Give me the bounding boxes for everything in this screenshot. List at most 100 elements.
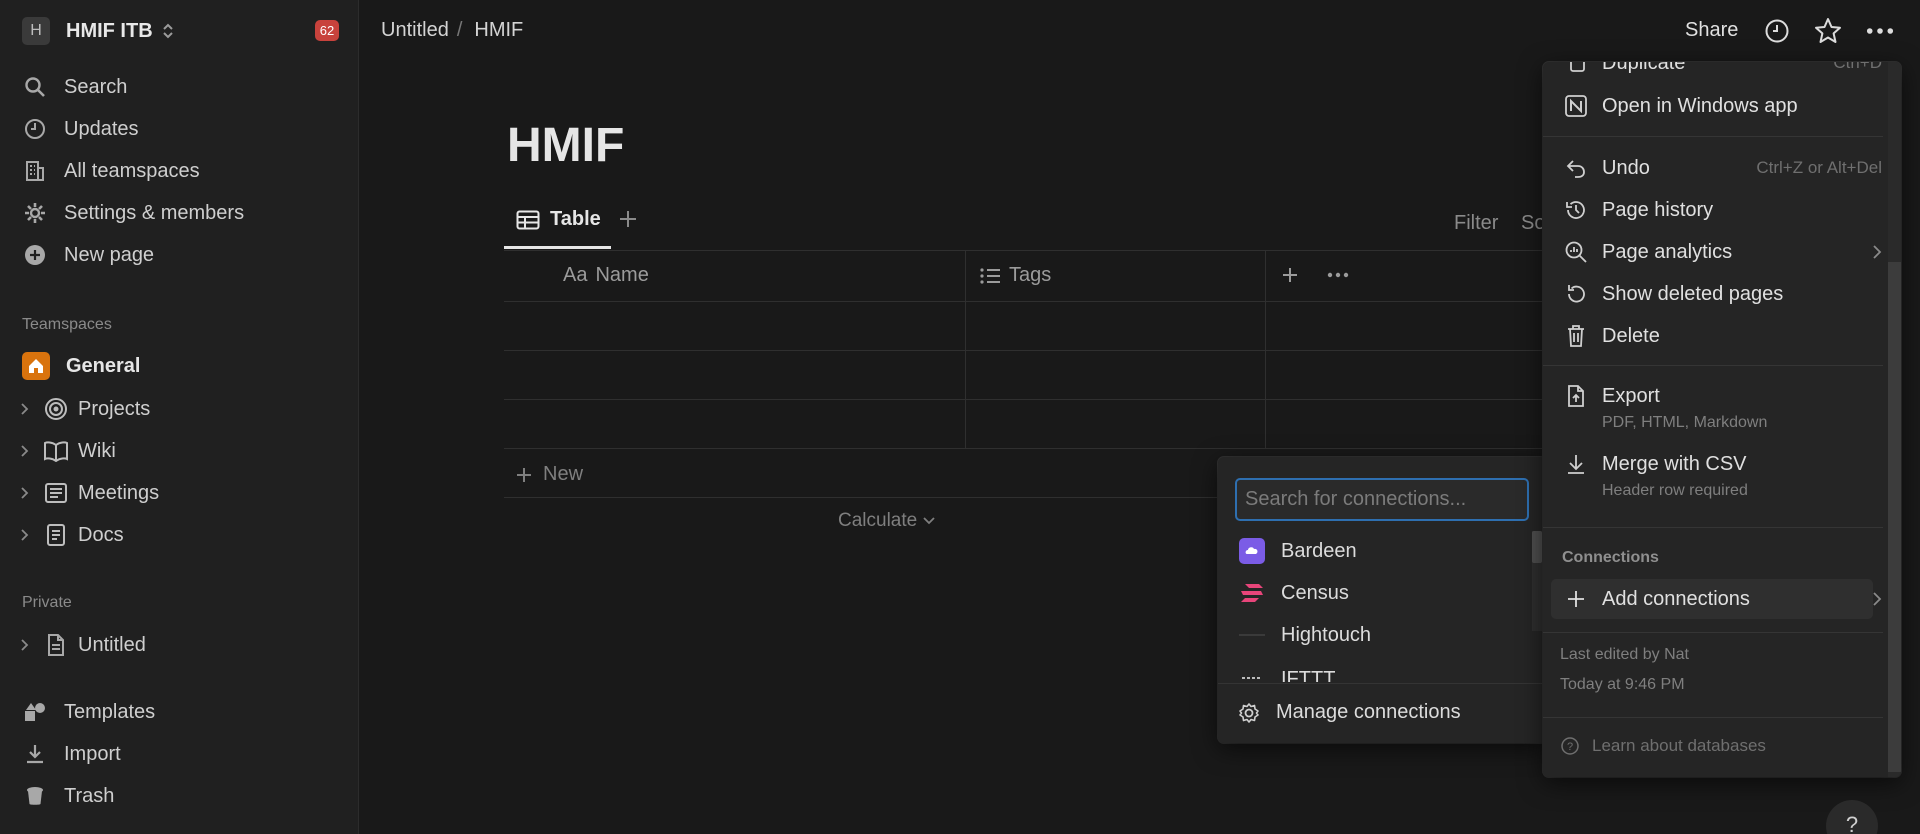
page-title[interactable]: HMIF [507, 118, 624, 173]
sidebar-item-templates[interactable]: Templates [22, 697, 155, 727]
chevron-right-icon[interactable] [20, 486, 36, 500]
filter-button[interactable]: Filter [1454, 212, 1498, 235]
sidebar-item-label: Import [64, 742, 121, 765]
connection-item-hightouch[interactable]: Hightouch [1239, 620, 1371, 650]
menu-item-export[interactable]: Export [1562, 381, 1882, 411]
learn-about-databases-link[interactable]: ? Learn about databases [1560, 736, 1766, 756]
menu-item-label: Merge with CSV [1602, 452, 1747, 475]
menu-item-delete[interactable]: Delete [1562, 321, 1882, 351]
help-button[interactable]: ? [1826, 800, 1878, 834]
sidebar-item-label: Projects [78, 397, 151, 420]
download-icon [22, 741, 48, 767]
sidebar-item-import[interactable]: Import [22, 739, 121, 769]
sidebar-item-meetings[interactable]: Meetings [20, 478, 159, 508]
sidebar-item-new-page[interactable]: New page [22, 240, 154, 270]
gear-icon [1238, 702, 1260, 724]
sidebar-item-settings[interactable]: Settings & members [22, 198, 244, 228]
connection-item-census[interactable]: Census [1239, 578, 1349, 608]
table-icon [516, 210, 540, 230]
restore-icon [1562, 283, 1590, 305]
workspace-avatar: H [22, 17, 50, 45]
chevron-right-icon[interactable] [20, 402, 36, 416]
menu-item-shortcut: Ctrl+D [1833, 62, 1882, 72]
breadcrumb-item-hmif[interactable]: HMIF [474, 19, 523, 42]
chevron-right-icon[interactable] [20, 444, 36, 458]
sidebar-item-projects[interactable]: Projects [20, 394, 150, 424]
notes-icon [42, 479, 70, 507]
add-view-icon[interactable] [617, 208, 639, 230]
tab-label: Table [550, 208, 601, 230]
undo-icon [1562, 157, 1590, 179]
connection-item-ifttt[interactable]: IFTTT [1239, 662, 1335, 682]
plus-icon [515, 466, 533, 484]
menu-item-duplicate[interactable]: Duplicate Ctrl+D [1562, 62, 1882, 78]
sidebar-item-label: Settings & members [64, 201, 245, 224]
manage-connections-button[interactable]: Manage connections [1238, 701, 1461, 724]
table-row[interactable] [504, 351, 1544, 399]
menu-item-add-connections[interactable]: Add connections [1562, 584, 1882, 614]
share-button[interactable]: Share [1685, 19, 1738, 42]
add-property-icon[interactable] [1280, 265, 1300, 285]
chevron-right-icon[interactable] [20, 638, 36, 652]
column-more-icon[interactable] [1327, 272, 1349, 278]
column-header-name[interactable]: Aa Name [563, 264, 649, 287]
shapes-icon [22, 699, 48, 725]
book-icon [42, 437, 70, 465]
menu-item-show-deleted-pages[interactable]: Show deleted pages [1562, 279, 1882, 309]
column-header-tags[interactable]: Tags [979, 264, 1051, 287]
chevron-right-icon[interactable] [20, 528, 36, 542]
bardeen-logo-icon [1239, 538, 1265, 564]
connections-search-input[interactable] [1235, 478, 1529, 521]
trash-icon [1562, 324, 1590, 348]
scrollbar-thumb[interactable] [1532, 531, 1542, 563]
table-row[interactable] [504, 302, 1544, 350]
building-icon [22, 158, 48, 184]
sidebar-item-wiki[interactable]: Wiki [20, 436, 116, 466]
sidebar-item-label: General [66, 354, 141, 377]
breadcrumb-item-untitled[interactable]: Untitled [381, 19, 449, 42]
census-logo-icon [1239, 580, 1265, 606]
menu-item-page-history[interactable]: Page history [1562, 195, 1882, 225]
breadcrumb-separator: / [456, 19, 463, 41]
last-edited-time: Today at 9:46 PM [1560, 676, 1685, 693]
divider [1543, 527, 1883, 528]
sidebar-item-untitled[interactable]: Untitled [20, 630, 146, 660]
sidebar-item-all-teamspaces[interactable]: All teamspaces [22, 156, 200, 186]
calculate-label: Calculate [838, 510, 918, 531]
sidebar-item-trash[interactable]: Trash [22, 781, 114, 811]
menu-item-label: Duplicate [1602, 62, 1686, 74]
menu-item-label: Undo [1602, 156, 1650, 179]
chevron-right-icon [1872, 244, 1882, 260]
menu-item-merge-csv[interactable]: Merge with CSV [1562, 449, 1882, 479]
table-border [504, 448, 1544, 449]
new-row-button[interactable]: New [515, 463, 583, 486]
teamspaces-heading: Teamspaces [22, 316, 112, 333]
sidebar-item-label: Wiki [78, 439, 116, 462]
export-file-icon [1562, 384, 1590, 408]
sort-button[interactable]: So [1521, 212, 1545, 235]
more-options-icon[interactable] [1866, 17, 1894, 45]
history-clock-icon[interactable] [1763, 17, 1791, 45]
sidebar-item-updates[interactable]: Updates [22, 114, 139, 144]
sidebar-item-label: New page [64, 243, 155, 266]
menu-item-undo[interactable]: Undo Ctrl+Z or Alt+Del [1562, 153, 1882, 183]
menu-item-page-analytics[interactable]: Page analytics [1562, 237, 1882, 267]
list-icon [979, 267, 1001, 285]
connection-item-bardeen[interactable]: Bardeen [1239, 536, 1357, 566]
star-icon[interactable] [1814, 17, 1842, 45]
sidebar-item-label: Search [64, 75, 128, 98]
page-icon [42, 631, 70, 659]
table-row[interactable] [504, 400, 1544, 448]
menu-item-label: Show deleted pages [1602, 282, 1784, 305]
menu-item-open-windows-app[interactable]: Open in Windows app [1562, 91, 1882, 121]
connections-heading: Connections [1562, 549, 1659, 566]
menu-item-label: Export [1602, 384, 1660, 407]
tab-table[interactable]: Table [516, 208, 601, 231]
sidebar-item-docs[interactable]: Docs [20, 520, 124, 550]
calculate-button[interactable]: Calculate [838, 510, 935, 532]
sidebar-item-search[interactable]: Search [22, 72, 127, 102]
sidebar-item-general[interactable]: General [22, 351, 140, 381]
workspace-switcher[interactable]: H HMIF ITB [22, 17, 175, 45]
menu-item-shortcut: Ctrl+Z or Alt+Del [1756, 158, 1882, 177]
scrollbar-thumb[interactable] [1888, 262, 1901, 772]
